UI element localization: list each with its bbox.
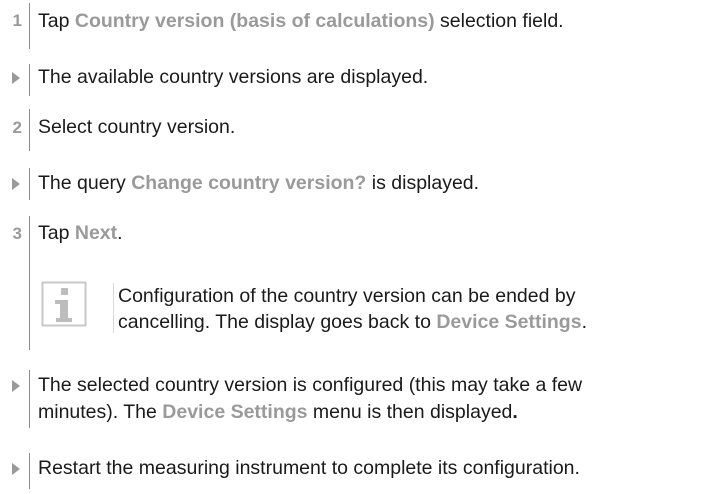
note-text-line-1: Configuration of the country version can… <box>118 285 576 307</box>
result-text: The query Change country version? is dis… <box>38 172 480 194</box>
step-text: Tap Next. <box>38 222 123 244</box>
step-rule <box>29 64 30 96</box>
result-arrow-icon <box>12 71 20 89</box>
note-text-line-2: cancelling. The display goes back to Dev… <box>118 311 587 333</box>
info-icon <box>41 281 87 327</box>
step-rule <box>29 168 30 200</box>
step-number: 1 <box>12 11 22 30</box>
ui-label: Change country version? <box>131 172 367 194</box>
result-text: The available country versions are displ… <box>38 66 429 88</box>
result-arrow-icon <box>12 379 20 397</box>
step-text: Select country version. <box>38 116 236 138</box>
ui-label: Next <box>74 222 118 244</box>
step-text: Tap Country version (basis of calculatio… <box>38 10 564 32</box>
ui-label: Device Settings <box>162 401 308 423</box>
step-rule <box>29 109 30 151</box>
step-number: 2 <box>12 118 22 137</box>
ui-label: Device Settings <box>436 311 582 333</box>
ui-label: Country version (basis of calculations) <box>74 10 435 32</box>
result-text-line-2: minutes). The Device Settings menu is th… <box>38 401 518 423</box>
step-number: 3 <box>12 224 22 243</box>
step-rule <box>29 216 30 350</box>
result-text-line-1: The selected country version is configur… <box>38 374 583 396</box>
result-text: Restart the measuring instrument to comp… <box>38 457 580 479</box>
step-rule <box>29 370 30 428</box>
result-arrow-icon <box>12 462 20 480</box>
result-arrow-icon <box>12 177 20 195</box>
step-rule <box>29 453 30 489</box>
step-rule <box>29 3 30 49</box>
note-separator <box>113 283 114 333</box>
